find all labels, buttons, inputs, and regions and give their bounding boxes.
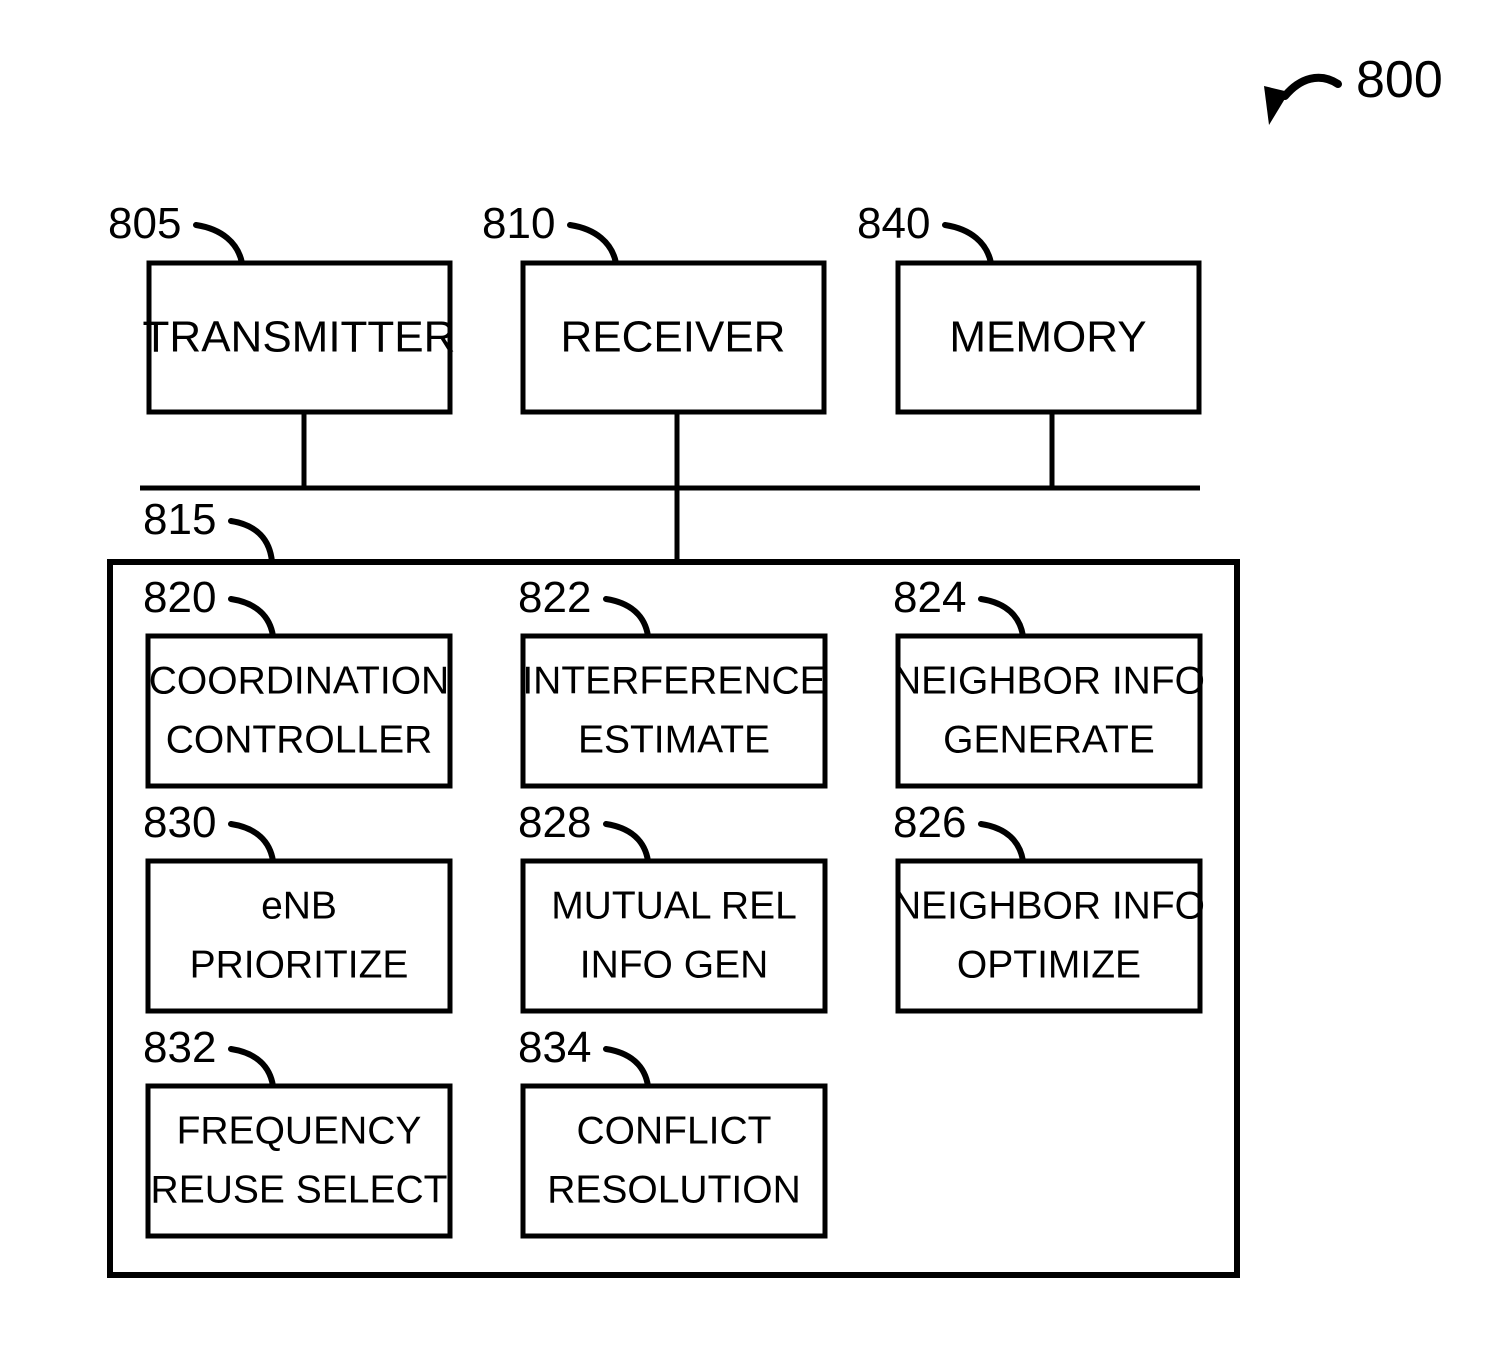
mutual-rel-info-gen-label-line1: MUTUAL REL <box>551 884 797 927</box>
leader-805 <box>193 222 245 266</box>
ref-label-822: 822 <box>518 573 591 622</box>
mutual-rel-info-gen-label-line2: INFO GEN <box>580 943 769 986</box>
leader-830 <box>228 821 276 864</box>
module-memory: 840 MEMORY <box>857 199 1202 488</box>
ref-label-828: 828 <box>518 798 591 847</box>
leader-810 <box>567 222 619 266</box>
leader-834 <box>603 1046 651 1089</box>
ref-label-805: 805 <box>108 199 181 248</box>
transmitter-label: TRANSMITTER <box>143 313 456 362</box>
conflict-resolution-label-line2: RESOLUTION <box>547 1168 801 1211</box>
ref-label-840: 840 <box>857 199 930 248</box>
ref-label-815: 815 <box>143 495 216 544</box>
leader-820 <box>228 596 276 639</box>
module-conflict-resolution: 834 CONFLICT RESOLUTION <box>518 1023 828 1239</box>
enb-prioritize-label-line1: eNB <box>261 884 337 927</box>
figure-arrow-curve <box>1281 73 1342 100</box>
module-transmitter: 805 TRANSMITTER <box>108 199 455 488</box>
enb-prioritize-label-line2: PRIORITIZE <box>190 943 409 986</box>
frequency-reuse-select-label-line2: REUSE SELECT <box>151 1168 448 1211</box>
ref-label-824: 824 <box>893 573 966 622</box>
module-mutual-rel-info-gen: 828 MUTUAL REL INFO GEN <box>518 798 828 1014</box>
figure-number-label: 800 <box>1356 51 1443 109</box>
leader-815 <box>228 518 275 565</box>
leader-824 <box>978 596 1026 639</box>
module-coordination-controller: 820 COORDINATION CONTROLLER <box>143 573 453 789</box>
leader-832 <box>228 1046 276 1089</box>
ref-label-810: 810 <box>482 199 555 248</box>
frequency-reuse-select-label-line1: FREQUENCY <box>177 1109 422 1152</box>
leader-822 <box>603 596 651 639</box>
leader-826 <box>978 821 1026 864</box>
ref-label-830: 830 <box>143 798 216 847</box>
interference-estimate-label-line1: INTERFERENCE <box>522 659 825 702</box>
module-neighbor-info-generate: 824 NEIGHBOR INFO GENERATE <box>893 573 1205 789</box>
module-interference-estimate: 822 INTERFERENCE ESTIMATE <box>518 573 828 789</box>
module-frequency-reuse-select: 832 FREQUENCY REUSE SELECT <box>143 1023 453 1239</box>
ref-label-820: 820 <box>143 573 216 622</box>
leader-840 <box>942 222 994 266</box>
ref-label-826: 826 <box>893 798 966 847</box>
interference-estimate-label-line2: ESTIMATE <box>578 718 770 761</box>
neighbor-info-optimize-label-line2: OPTIMIZE <box>957 943 1141 986</box>
module-enb-prioritize: 830 eNB PRIORITIZE <box>143 798 453 1014</box>
ref-label-834: 834 <box>518 1023 591 1072</box>
module-neighbor-info-optimize: 826 NEIGHBOR INFO OPTIMIZE <box>893 798 1205 1014</box>
figure-number-callout: 800 <box>1264 51 1443 125</box>
coordination-controller-label-line1: COORDINATION <box>149 659 449 702</box>
figure-arrow-head <box>1264 86 1289 125</box>
patent-figure-800: 800 805 TRANSMITTER 810 RECEIVER 840 MEM… <box>0 0 1493 1371</box>
neighbor-info-generate-label-line2: GENERATE <box>943 718 1155 761</box>
leader-828 <box>603 821 651 864</box>
neighbor-info-optimize-label-line1: NEIGHBOR INFO <box>893 884 1205 927</box>
module-receiver: 810 RECEIVER <box>482 199 827 562</box>
conflict-resolution-label-line1: CONFLICT <box>577 1109 772 1152</box>
coordination-controller-label-line2: CONTROLLER <box>166 718 433 761</box>
figure-canvas: 800 805 TRANSMITTER 810 RECEIVER 840 MEM… <box>107 51 1443 1278</box>
ref-label-832: 832 <box>143 1023 216 1072</box>
system-bus: 815 <box>140 485 1200 565</box>
neighbor-info-generate-label-line1: NEIGHBOR INFO <box>893 659 1205 702</box>
receiver-label: RECEIVER <box>561 313 786 362</box>
memory-label: MEMORY <box>949 313 1146 362</box>
